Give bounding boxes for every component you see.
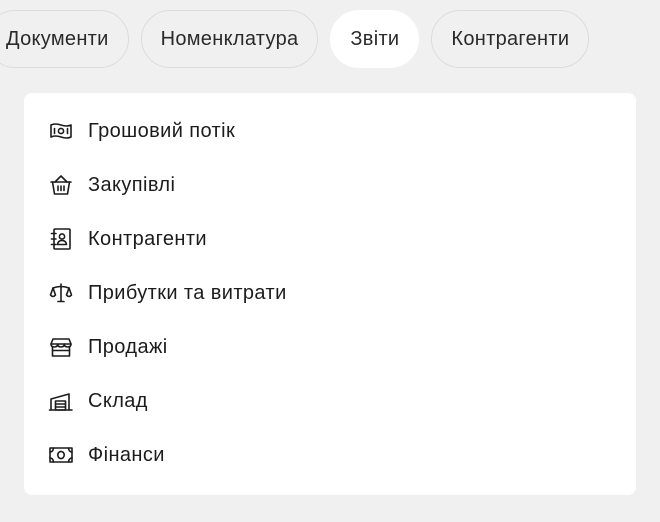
- tab-reports[interactable]: Звіти: [330, 10, 420, 68]
- menu-item-finances[interactable]: Фінанси: [24, 428, 636, 482]
- menu-item-label: Закупівлі: [88, 173, 176, 196]
- cash-flow-icon: [48, 118, 74, 144]
- tab-contractors[interactable]: Контрагенти: [431, 10, 590, 68]
- menu-item-label: Фінанси: [88, 443, 165, 466]
- menu-item-label: Склад: [88, 389, 148, 412]
- menu-item-cash-flow[interactable]: Грошовий потік: [24, 104, 636, 158]
- report-tabs: Документи Номенклатура Звіти Контрагенти: [0, 9, 590, 69]
- menu-item-purchases[interactable]: Закупівлі: [24, 158, 636, 212]
- basket-icon: [48, 172, 74, 198]
- reports-dropdown-menu: Грошовий потік Закупівлі Контрагенти При…: [24, 93, 636, 495]
- menu-item-label: Продажі: [88, 335, 168, 358]
- banknote-icon: [48, 442, 74, 468]
- menu-item-profit-expenses[interactable]: Прибутки та витрати: [24, 266, 636, 320]
- menu-item-label: Прибутки та витрати: [88, 281, 287, 304]
- menu-item-warehouse[interactable]: Склад: [24, 374, 636, 428]
- menu-item-sales[interactable]: Продажі: [24, 320, 636, 374]
- tab-documents[interactable]: Документи: [0, 10, 129, 68]
- tab-nomenclature[interactable]: Номенклатура: [140, 10, 319, 68]
- menu-item-label: Грошовий потік: [88, 119, 236, 142]
- scales-icon: [48, 280, 74, 306]
- menu-item-contractors[interactable]: Контрагенти: [24, 212, 636, 266]
- warehouse-icon: [48, 388, 74, 414]
- menu-item-label: Контрагенти: [88, 227, 207, 250]
- store-icon: [48, 334, 74, 360]
- contact-book-icon: [48, 226, 74, 252]
